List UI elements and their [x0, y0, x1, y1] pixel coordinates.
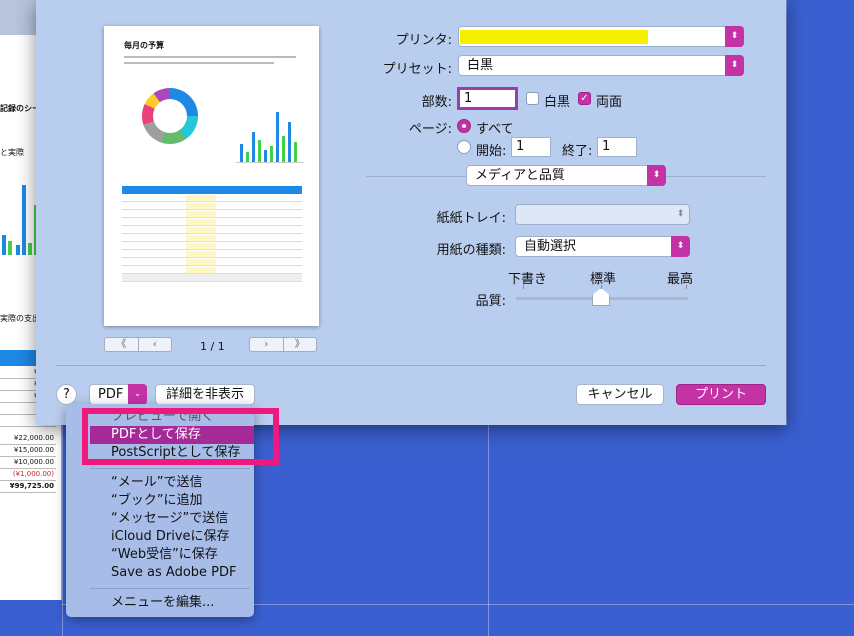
updown-chevron-icon: ⬍ — [671, 236, 690, 257]
sheet-legend: 実際の支出 — [0, 314, 40, 323]
sheet-text: と実際 — [0, 148, 24, 157]
pages-to-input[interactable]: 1 — [597, 137, 637, 157]
dialog-divider — [56, 365, 766, 366]
print-button[interactable]: プリント — [676, 384, 766, 405]
pdf-label: PDF — [98, 387, 124, 402]
printer-select[interactable]: ⬍ — [458, 26, 744, 47]
printer-name-redaction — [460, 30, 648, 44]
preview-doc-title: 毎月の予算 — [124, 41, 164, 50]
sheet-cell: ¥15,000.00 — [0, 445, 56, 457]
menu-separator — [90, 588, 250, 589]
section-value: メディアと品質 — [475, 168, 565, 183]
menu-separator — [90, 468, 250, 469]
quality-label: 品質: — [475, 294, 506, 309]
preset-label: プリセット: — [382, 62, 452, 77]
menu-item-save-icloud[interactable]: iCloud Driveに保存 — [66, 528, 254, 546]
updown-chevron-icon: ⬍ — [676, 209, 685, 219]
next-page-button[interactable]: › — [250, 338, 283, 351]
slider-tick — [686, 285, 687, 289]
paper-type-select[interactable]: 自動選択 ⬍ — [515, 236, 690, 257]
pages-all-radio[interactable] — [457, 119, 471, 133]
sheet-text: 記録のシー — [0, 104, 40, 113]
help-button[interactable]: ? — [56, 384, 77, 405]
bw-checkbox[interactable] — [526, 92, 539, 105]
sheet-cell: ¥99,725.00 — [0, 481, 56, 493]
page-counter: 1 / 1 — [200, 340, 225, 353]
sheet-cell: ¥22,000.00 — [0, 433, 56, 445]
updown-chevron-icon: ⬍ — [647, 165, 666, 186]
preview-text-line — [124, 56, 296, 58]
quality-slider-thumb[interactable] — [592, 288, 610, 306]
duplex-checkbox[interactable]: ✓ — [578, 92, 591, 105]
last-page-button[interactable]: 》 — [282, 338, 317, 351]
copies-label: 部数: — [421, 95, 452, 110]
pages-range-radio[interactable] — [457, 140, 471, 154]
preview-bar-chart — [236, 111, 304, 163]
menu-item-send-messages[interactable]: “メッセージ”で送信 — [66, 510, 254, 528]
print-preview-page: 毎月の予算 — [104, 26, 319, 326]
pager-back-group: 《 ‹ — [104, 337, 172, 352]
preview-donut-chart — [142, 88, 198, 144]
pager-forward-group: › 》 — [249, 337, 317, 352]
menu-item-send-mail[interactable]: “メール”で送信 — [66, 474, 254, 492]
quality-low-label: 下書き — [508, 272, 548, 287]
quality-high-label: 最高 — [667, 272, 694, 287]
bw-label: 白黒 — [544, 95, 571, 110]
quality-mid-label: 標準 — [590, 272, 617, 287]
slider-tick — [523, 285, 524, 289]
chevron-down-icon: ⌄ — [128, 384, 147, 405]
first-page-button[interactable]: 《 — [105, 338, 138, 351]
menu-item-edit-menu[interactable]: メニューを編集... — [66, 594, 254, 612]
paper-type-label: 用紙の種類: — [436, 243, 506, 258]
pages-to-label: 終了: — [562, 144, 593, 159]
preview-text-line — [124, 62, 274, 64]
pages-label: ページ: — [408, 122, 452, 137]
paper-tray-label: 紙紙トレイ: — [436, 211, 506, 226]
updown-chevron-icon: ⬍ — [725, 26, 744, 47]
annotation-highlight-box — [82, 408, 279, 465]
section-select[interactable]: メディアと品質 ⬍ — [466, 165, 666, 186]
preset-select[interactable]: 白黒 ⬍ — [458, 55, 744, 76]
prev-page-button[interactable]: ‹ — [137, 338, 172, 351]
pages-from-label: 開始: — [476, 144, 507, 159]
duplex-label: 両面 — [596, 95, 623, 110]
pages-from-input[interactable]: 1 — [511, 137, 551, 157]
sheet-chart — [0, 165, 40, 255]
print-dialog: 毎月の予算 《 ‹ 1 / 1 › 》 プリンタ: ⬍ プリセット: 白黒 ⬍ … — [36, 0, 786, 425]
printer-label: プリンタ: — [395, 33, 452, 48]
pages-all-label: すべて — [476, 122, 514, 137]
preset-value: 白黒 — [467, 58, 494, 73]
copies-input[interactable]: 1 — [457, 87, 518, 110]
cancel-button[interactable]: キャンセル — [576, 384, 664, 405]
sheet-cell: ¥10,000.00 — [0, 457, 56, 469]
menu-item-add-to-books[interactable]: “ブック”に追加 — [66, 492, 254, 510]
menu-item-save-adobe-pdf[interactable]: Save as Adobe PDF — [66, 564, 254, 582]
menu-item-save-web-receipts[interactable]: “Web受信”に保存 — [66, 546, 254, 564]
hide-details-button[interactable]: 詳細を非表示 — [155, 384, 255, 405]
preview-table — [122, 186, 302, 282]
pdf-menu-button[interactable]: PDF ⌄ — [89, 384, 147, 405]
updown-chevron-icon: ⬍ — [725, 55, 744, 76]
paper-type-value: 自動選択 — [524, 239, 577, 254]
paper-tray-select[interactable]: ⬍ — [515, 204, 690, 225]
sheet-cell: (¥1,000.00) — [0, 469, 56, 481]
